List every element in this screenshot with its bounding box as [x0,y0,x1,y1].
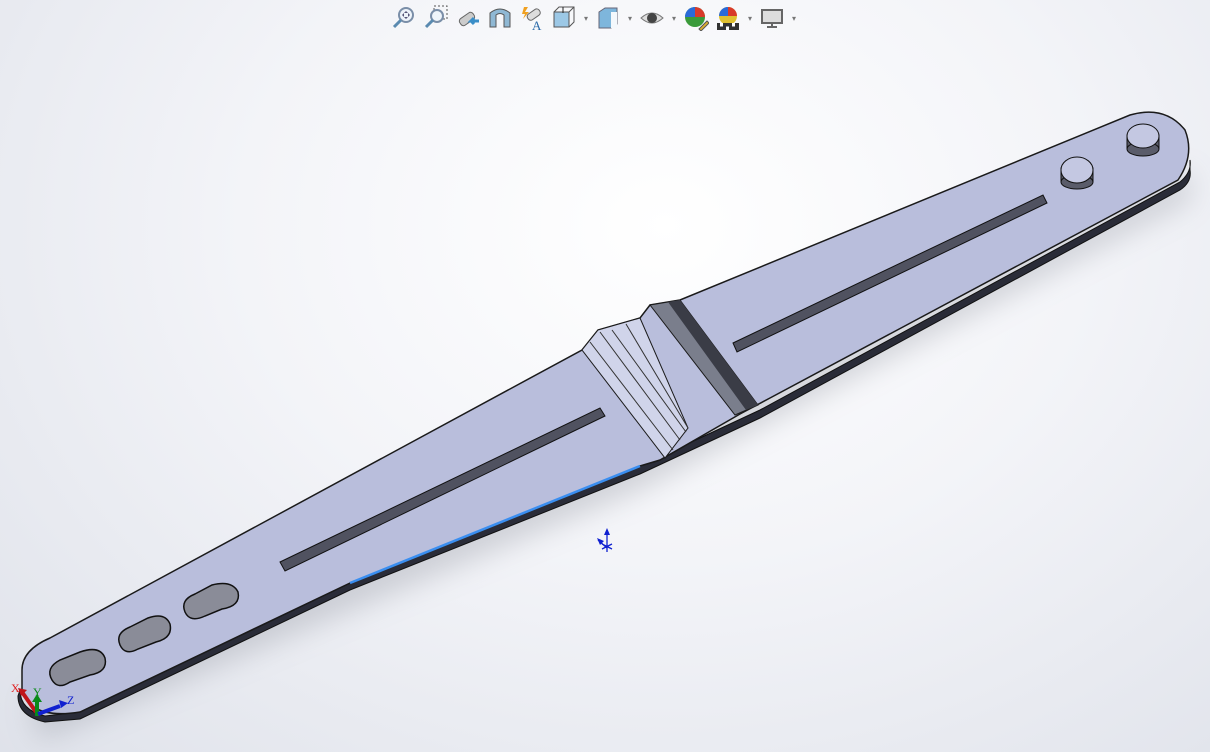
boss-1 [1060,156,1094,190]
triad-z-label: Z [67,693,74,707]
triad-y-label: Y [33,685,42,699]
part-top-face [21,111,1190,715]
triad-x-label: X [11,681,20,695]
strap-part[interactable] [17,111,1191,723]
origin-marker [597,528,613,552]
graphics-area[interactable]: X Y Z [0,0,1210,752]
boss-2 [1126,123,1160,157]
